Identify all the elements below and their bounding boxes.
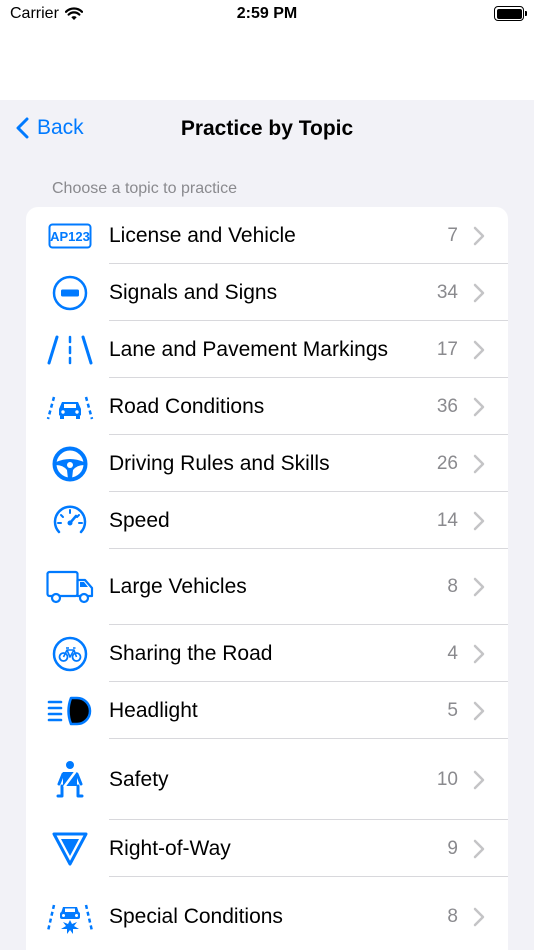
topic-label: Lane and Pavement Markings (109, 337, 388, 361)
page-title: Practice by Topic (180, 117, 354, 140)
topic-count: 7 (447, 224, 458, 246)
steering-wheel-icon (46, 444, 94, 484)
topic-label: Driving Rules and Skills (109, 451, 330, 475)
topic-list: AP123 License and Vehicle 7 Signals and Sig… (26, 207, 508, 950)
topic-count: 4 (447, 642, 458, 664)
topic-label: Large Vehicles (109, 575, 247, 598)
topic-label: Road Conditions (109, 394, 265, 418)
license-plate-icon: AP123 (46, 216, 94, 256)
topic-label: Safety (109, 767, 169, 791)
topic-count: 10 (436, 768, 458, 790)
topic-count: 17 (436, 338, 458, 360)
speedometer-icon (46, 501, 94, 541)
seatbelt-icon (46, 760, 94, 800)
topic-row[interactable]: Headlight 5 (26, 682, 508, 739)
bicycle-icon (46, 634, 94, 674)
headlight-icon (46, 691, 94, 731)
topic-count: 9 (447, 837, 458, 859)
topic-row[interactable]: Large Vehicles 8 (26, 549, 508, 625)
topic-label: Special Conditions (109, 905, 283, 928)
chevron-right-icon (472, 340, 486, 360)
yield-sign-icon (46, 829, 94, 869)
svg-text:AP123: AP123 (50, 229, 90, 244)
topic-count: 34 (436, 281, 458, 303)
topic-label: Headlight (109, 698, 198, 722)
topic-row[interactable]: Speed 14 (26, 492, 508, 549)
chevron-right-icon (472, 454, 486, 474)
battery-icon (494, 6, 527, 21)
topic-count: 26 (436, 452, 458, 474)
topic-row[interactable]: Driving Rules and Skills 26 (26, 435, 508, 492)
topic-count: 8 (447, 576, 458, 597)
topic-row[interactable]: Sharing the Road 4 (26, 625, 508, 682)
topic-count: 36 (436, 395, 458, 417)
topic-count: 14 (436, 509, 458, 531)
status-bar: Carrier 2:59 PM (0, 0, 534, 100)
topic-label: Speed (109, 508, 170, 532)
topic-label: Signals and Signs (109, 280, 278, 304)
topic-row[interactable]: Lane and Pavement Markings 17 (26, 321, 508, 378)
topic-row[interactable]: Special Conditions 8 (26, 877, 508, 950)
chevron-right-icon (472, 701, 486, 721)
navigation-bar: Back Practice by Topic (0, 100, 534, 160)
status-time: 2:59 PM (236, 5, 298, 22)
car-road-icon (46, 387, 94, 427)
topic-row[interactable]: Road Conditions 36 (26, 378, 508, 435)
topic-row[interactable]: Signals and Signs 34 (26, 264, 508, 321)
truck-icon (46, 567, 94, 607)
topic-row[interactable]: Right-of-Way 9 (26, 820, 508, 877)
chevron-right-icon (472, 839, 486, 859)
topic-row[interactable]: AP123 License and Vehicle 7 (26, 207, 508, 264)
topic-label: Sharing the Road (109, 641, 273, 665)
chevron-right-icon (472, 644, 486, 664)
no-entry-sign-icon (46, 273, 94, 313)
chevron-right-icon (472, 511, 486, 531)
section-header: Choose a topic to practice (52, 180, 237, 197)
topic-label: License and Vehicle (109, 223, 296, 247)
lane-markings-icon (46, 330, 94, 370)
chevron-right-icon (472, 907, 486, 927)
topic-label: Right-of-Way (109, 836, 231, 860)
chevron-right-icon (472, 283, 486, 303)
topic-count: 8 (447, 906, 458, 927)
chevron-right-icon (472, 577, 486, 597)
topic-row[interactable]: Safety 10 (26, 739, 508, 820)
chevron-right-icon (472, 397, 486, 417)
car-crash-icon (46, 897, 94, 937)
chevron-right-icon (472, 770, 486, 790)
topic-count: 5 (447, 699, 458, 721)
chevron-right-icon (472, 226, 486, 246)
